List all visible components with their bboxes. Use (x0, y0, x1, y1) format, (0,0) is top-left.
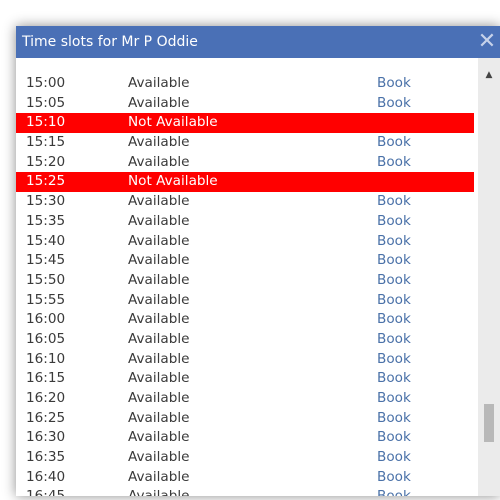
slot-status: Available (128, 370, 190, 387)
slot-status: Available (128, 134, 190, 151)
slot-time: 16:25 (26, 409, 66, 426)
book-link[interactable]: Book (377, 291, 411, 311)
book-link[interactable]: Book (377, 74, 411, 94)
slot-time: 16:30 (26, 429, 66, 446)
book-link[interactable]: Book (377, 212, 411, 232)
slot-status: Available (128, 75, 190, 91)
slot-time: 15:20 (26, 153, 66, 170)
slot-time: 16:15 (26, 370, 66, 387)
dialog-title: Time slots for Mr P Oddie (22, 34, 198, 50)
slot-time: 16:40 (26, 468, 66, 485)
slot-time: 15:25 (26, 173, 66, 190)
slot-status: Available (128, 468, 190, 485)
time-slot-row: 15:35 Available Book (16, 212, 474, 232)
time-slot-row: 15:05 Available Book (16, 94, 474, 114)
scrollbar-thumb[interactable] (484, 404, 494, 442)
slot-time: 15:55 (26, 291, 66, 308)
time-slot-list: 15:00 Available Book 15:05 Available Book 15:1… (16, 74, 474, 496)
book-link[interactable]: Book (377, 232, 411, 252)
time-slot-row: 16:30 Available Book (16, 428, 474, 448)
slot-time: 15:30 (26, 193, 66, 210)
book-link[interactable]: Book (377, 330, 411, 350)
time-slot-row: 16:15 Available Book (16, 369, 474, 389)
slot-time: 16:35 (26, 449, 66, 466)
slot-status: Available (128, 212, 190, 229)
book-link[interactable]: Book (377, 389, 411, 409)
time-slot-row: 15:30 Available Book (16, 192, 474, 212)
time-slot-row: 15:50 Available Book (16, 271, 474, 291)
slot-time: 15:05 (26, 94, 66, 111)
scroll-up-arrow-icon[interactable]: ▲ (478, 70, 500, 84)
time-slot-row: 15:55 Available Book (16, 291, 474, 311)
slot-time: 16:10 (26, 350, 66, 367)
slot-status: Not Available (128, 114, 218, 131)
time-slot-row: 15:10 Not Available (16, 113, 474, 134)
slot-status: Available (128, 252, 190, 269)
close-icon[interactable]: ✕ (474, 26, 500, 58)
slot-time: 15:35 (26, 212, 66, 229)
slot-status: Available (128, 449, 190, 466)
time-slot-row: 16:05 Available Book (16, 330, 474, 350)
time-slot-row: 15:00 Available Book (16, 74, 474, 94)
slot-status: Available (128, 291, 190, 308)
book-link[interactable]: Book (377, 350, 411, 370)
slot-time: 16:45 (26, 487, 65, 496)
book-link[interactable]: Book (377, 448, 411, 468)
slot-status: Not Available (128, 173, 218, 190)
slot-status: Available (128, 193, 190, 210)
slot-status: Available (128, 390, 190, 406)
time-slot-row: 15:25 Not Available (16, 172, 474, 193)
book-link[interactable]: Book (377, 487, 411, 496)
slot-time: 15:45 (26, 252, 66, 269)
dialog-content: 15:00 Available Book 15:05 Available Book 15:1… (16, 58, 500, 496)
book-link[interactable]: Book (377, 192, 411, 212)
slot-time: 16:20 (26, 390, 66, 406)
time-slot-row: 16:20 Available Book (16, 389, 474, 409)
book-link[interactable]: Book (377, 271, 411, 291)
time-slots-dialog: Time slots for Mr P Oddie ✕ 15:00 Availab… (16, 26, 500, 496)
slot-status: Available (128, 350, 190, 367)
time-slot-row: 15:15 Available Book (16, 133, 474, 153)
slot-status: Available (128, 487, 190, 496)
slot-time: 16:05 (26, 330, 66, 347)
time-slot-row: 15:45 Available Book (16, 251, 474, 271)
book-link[interactable]: Book (377, 94, 411, 114)
slot-time: 15:50 (26, 271, 66, 288)
book-link[interactable]: Book (377, 409, 411, 429)
time-slot-row: 16:45 Available Book (16, 487, 474, 496)
book-link[interactable]: Book (377, 468, 411, 488)
book-link[interactable]: Book (377, 153, 411, 173)
slot-time: 15:00 (26, 75, 66, 91)
time-slot-row: 16:10 Available Book (16, 350, 474, 370)
time-slot-row: 16:35 Available Book (16, 448, 474, 468)
slot-status: Available (128, 94, 190, 111)
slot-time: 15:40 (26, 232, 66, 249)
dialog-titlebar: Time slots for Mr P Oddie ✕ (16, 26, 500, 58)
slot-status: Available (128, 153, 190, 170)
time-slot-row: 15:20 Available Book (16, 153, 474, 173)
time-slot-row: 16:25 Available Book (16, 409, 474, 429)
slot-status: Available (128, 330, 190, 347)
time-slot-row: 15:40 Available Book (16, 232, 474, 252)
time-slot-row: 16:00 Available Book (16, 310, 474, 330)
slot-status: Available (128, 409, 190, 426)
vertical-scrollbar[interactable]: ▲ (478, 58, 500, 496)
book-link[interactable]: Book (377, 428, 411, 448)
slot-time: 15:15 (26, 134, 66, 151)
time-slot-row: 16:40 Available Book (16, 468, 474, 488)
book-link[interactable]: Book (377, 251, 411, 271)
slot-time: 15:10 (26, 114, 66, 131)
slot-status: Available (128, 429, 190, 446)
book-link[interactable]: Book (377, 310, 411, 330)
slot-status: Available (128, 271, 190, 288)
book-link[interactable]: Book (377, 369, 411, 389)
slot-status: Available (128, 311, 190, 328)
slot-status: Available (128, 232, 190, 249)
book-link[interactable]: Book (377, 133, 411, 153)
slot-time: 16:00 (26, 311, 66, 328)
